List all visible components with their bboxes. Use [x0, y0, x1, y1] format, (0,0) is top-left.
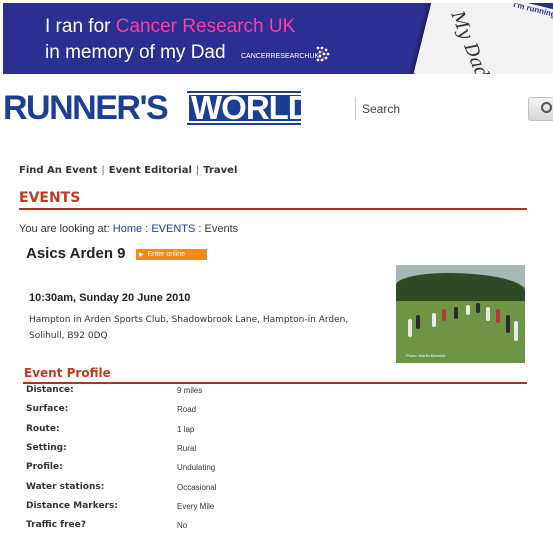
- profile-label: Surface:: [26, 404, 69, 414]
- logo-runners-text: RUNNER'S: [3, 89, 169, 127]
- profile-label: Distance Markers:: [26, 501, 118, 511]
- profile-divider: [23, 382, 527, 384]
- banner-brand-name: CANCERRESEARCHUK: [241, 53, 320, 60]
- play-arrow-icon: ▶: [139, 252, 144, 258]
- profile-value: Occasional: [177, 483, 217, 492]
- profile-label: Setting:: [26, 443, 67, 453]
- breadcrumb: You are looking at: Home : EVENTS : Even…: [19, 223, 238, 235]
- photo-runner: [486, 307, 490, 321]
- photo-runner: [506, 315, 510, 333]
- photo-runner: [496, 309, 500, 323]
- search-box: [355, 97, 526, 120]
- breadcrumb-separator: :: [145, 223, 149, 235]
- profile-row: Setting: Rural: [26, 443, 526, 457]
- profile-label: Profile:: [26, 462, 63, 472]
- photo-runner: [514, 321, 518, 341]
- nav-event-editorial[interactable]: Event Editorial: [109, 165, 192, 176]
- banner-headline: I ran for Cancer Research UK: [45, 16, 295, 38]
- profile-value: Road: [177, 405, 197, 414]
- photo-runner: [466, 305, 470, 315]
- event-profile-title: Event Profile: [24, 366, 111, 380]
- profile-row: Surface: Road: [26, 404, 526, 418]
- logo-world-text: WORLD: [187, 91, 315, 124]
- profile-label: Water stations:: [26, 482, 105, 492]
- profile-label: Route:: [26, 424, 60, 434]
- profile-label: Distance:: [26, 385, 74, 395]
- search-icon: [541, 102, 552, 113]
- section-title: EVENTS: [19, 190, 81, 206]
- runners-world-logo[interactable]: RUNNER'S WORLD: [3, 89, 315, 127]
- event-title: Asics Arden 9: [26, 245, 126, 262]
- cancer-research-banner-ad[interactable]: I ran for Cancer Research UK in memory o…: [3, 3, 553, 74]
- breadcrumb-events[interactable]: EVENTS: [151, 223, 195, 235]
- event-photo: Photo: Martin Bennett: [396, 265, 525, 363]
- cancer-research-logo-icon: [316, 46, 330, 62]
- photo-runner: [432, 313, 436, 327]
- event-address-line2: Solihull, B92 0DQ: [29, 331, 108, 341]
- profile-row: Traffic free? No: [26, 520, 526, 534]
- photo-runner: [454, 307, 458, 319]
- profile-label: Traffic free?: [26, 520, 86, 530]
- photo-runner: [408, 319, 412, 337]
- profile-value: Undulating: [177, 463, 216, 472]
- photo-runner: [416, 315, 420, 329]
- event-address-line1: Hampton in Arden Sports Club, Shadowbroo…: [29, 315, 349, 325]
- profile-value: 9 miles: [177, 386, 203, 395]
- profile-row: Route: 1 lap: [26, 424, 526, 438]
- enter-online-label: Enter online: [147, 251, 185, 258]
- profile-value: Every Mile: [177, 502, 215, 511]
- breadcrumb-separator: :: [198, 223, 202, 235]
- photo-runner: [476, 303, 480, 313]
- enter-online-button[interactable]: ▶ Enter online: [136, 249, 207, 260]
- photo-caption: Photo: Martin Bennett: [406, 353, 445, 358]
- search-input[interactable]: [356, 97, 522, 120]
- event-nav: Find An Event | Event Editorial | Travel: [19, 165, 237, 176]
- profile-value: 1 lap: [177, 425, 195, 434]
- photo-runner: [442, 309, 446, 321]
- profile-row: Distance: 9 miles: [26, 385, 526, 399]
- profile-value: Rural: [177, 444, 197, 453]
- breadcrumb-prefix: You are looking at:: [19, 223, 113, 235]
- banner-subline: in memory of my Dad: [45, 42, 226, 63]
- nav-travel[interactable]: Travel: [203, 165, 237, 176]
- nav-find-an-event[interactable]: Find An Event: [19, 165, 97, 176]
- nav-separator: |: [195, 165, 200, 176]
- breadcrumb-home[interactable]: Home: [113, 223, 142, 235]
- profile-row: Distance Markers: Every Mile: [26, 501, 526, 515]
- search-button[interactable]: [528, 97, 553, 121]
- profile-row: Profile: Undulating: [26, 462, 526, 476]
- profile-value: No: [177, 521, 188, 530]
- profile-row: Water stations: Occasional: [26, 482, 526, 496]
- section-divider: [19, 208, 527, 210]
- banner-headline-accent: Cancer Research UK: [115, 16, 296, 37]
- breadcrumb-current: Events: [204, 223, 239, 235]
- banner-headline-prefix: I ran for: [45, 16, 116, 37]
- logo-world-box: WORLD: [187, 91, 315, 125]
- nav-separator: |: [101, 165, 105, 176]
- event-datetime: 10:30am, Sunday 20 June 2010: [29, 292, 191, 304]
